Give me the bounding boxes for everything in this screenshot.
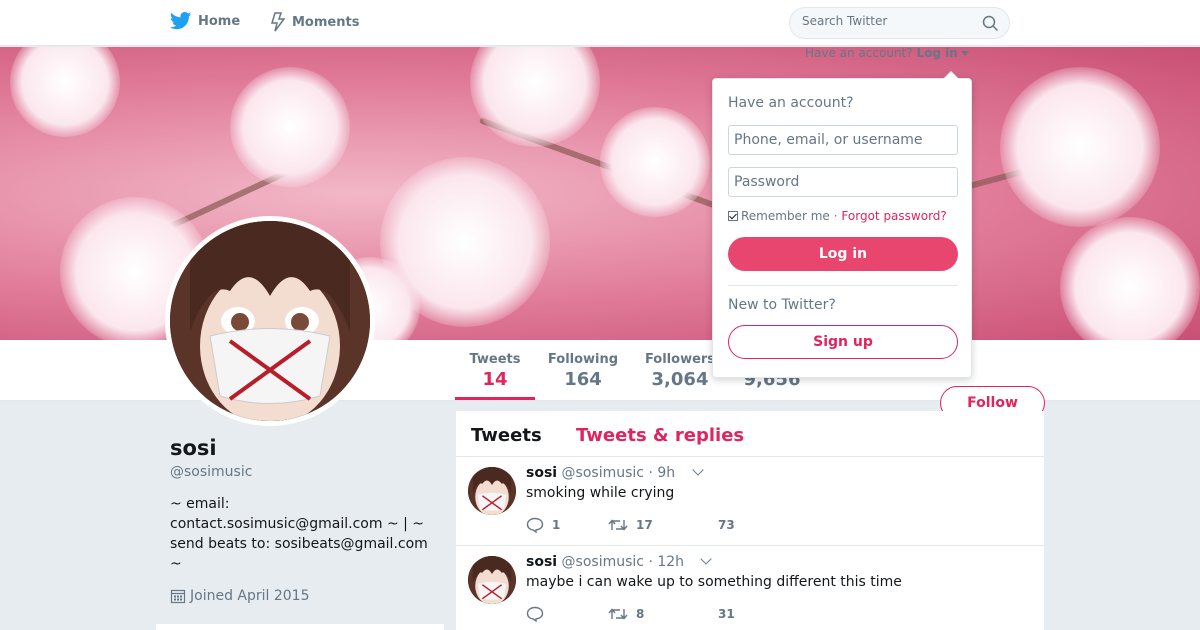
tweet-author-name[interactable]: sosi (526, 554, 557, 570)
search-input[interactable] (802, 14, 972, 28)
like-button[interactable]: 73 (718, 517, 798, 533)
forgot-password-link[interactable]: Forgot password? (841, 209, 946, 223)
tweet-header: sosi @sosimusic · 9h (526, 464, 704, 481)
tab-tweets[interactable]: Tweets (471, 425, 542, 446)
retweet-count: 8 (636, 607, 645, 621)
remember-me-checkbox[interactable] (728, 211, 738, 221)
tweet-timestamp[interactable]: · 12h (648, 554, 684, 570)
remember-me-row: Remember me · Forgot password? (728, 209, 947, 223)
tweet-avatar[interactable] (468, 467, 516, 515)
top-navigation: Home Moments (0, 0, 1200, 46)
stat-followers-label: Followers (644, 352, 716, 367)
retweet-icon (608, 519, 628, 531)
lightning-bolt-icon (270, 12, 286, 32)
tweet-actions: 8 31 (526, 606, 798, 622)
remember-me-label[interactable]: Remember me (741, 209, 830, 223)
twitter-bird-icon (170, 12, 192, 30)
tweet[interactable]: sosi @sosimusic · 12h maybe i can wake u… (456, 546, 1044, 630)
stat-following[interactable]: Following 164 (545, 352, 621, 390)
profile-handle[interactable]: @sosimusic (170, 464, 252, 480)
tweet-menu-chevron-icon[interactable] (691, 464, 704, 476)
retweet-button[interactable]: 17 (608, 517, 718, 533)
profile-joined: Joined April 2015 (170, 588, 310, 604)
timeline-tabs: Tweets Tweets & replies (456, 411, 1044, 457)
tab-tweets-and-replies[interactable]: Tweets & replies (576, 425, 744, 446)
calendar-icon (170, 589, 186, 604)
tweet-timestamp[interactable]: · 9h (648, 465, 675, 481)
stat-following-value: 164 (564, 369, 602, 390)
reply-button[interactable]: 1 (526, 517, 608, 533)
login-toggle-label: Log in (916, 46, 958, 60)
caret-down-icon (960, 51, 969, 56)
reply-icon (526, 606, 544, 622)
password-field[interactable] (728, 167, 958, 197)
reply-icon (526, 517, 544, 533)
profile-avatar[interactable] (165, 216, 375, 426)
tweet-author-handle[interactable]: @sosimusic (562, 554, 644, 570)
reply-button[interactable] (526, 606, 608, 622)
remember-separator: · (833, 209, 838, 223)
stat-tweets-label: Tweets (469, 352, 521, 367)
profile-joined-text: Joined April 2015 (190, 588, 310, 604)
retweet-button[interactable]: 8 (608, 606, 718, 622)
reply-count: 1 (552, 518, 561, 532)
tweet-actions: 1 17 73 (526, 517, 798, 533)
nav-moments[interactable]: Moments (270, 12, 359, 32)
login-dropdown: Have an account? Remember me · Forgot pa… (712, 71, 972, 378)
like-count: 73 (718, 518, 735, 532)
search-icon[interactable] (982, 15, 999, 32)
timeline: Tweets Tweets & replies sosi @sosimusic … (456, 411, 1044, 630)
signup-button[interactable]: Sign up (728, 325, 958, 359)
login-dropdown-toggle[interactable]: Log in (916, 46, 969, 60)
retweet-count: 17 (636, 518, 653, 532)
username-field[interactable] (728, 125, 958, 155)
stat-following-label: Following (547, 352, 619, 367)
nav-moments-label: Moments (292, 14, 360, 30)
tweet-author-handle[interactable]: @sosimusic (562, 465, 644, 481)
stat-followers-value: 3,064 (651, 369, 709, 390)
have-account-prompt: Have an account? Log in (805, 46, 969, 60)
profile-bio: ~ email: contact.sosimusic@gmail.com ~ |… (170, 496, 428, 572)
tweet-author-name[interactable]: sosi (526, 465, 557, 481)
avatar-image (170, 221, 370, 421)
like-button[interactable]: 31 (718, 606, 798, 622)
tweet-header: sosi @sosimusic · 12h (526, 553, 713, 570)
stat-followers[interactable]: Followers 3,064 (643, 352, 717, 390)
search-box (789, 7, 1010, 39)
like-count: 31 (718, 607, 735, 621)
have-account-text: Have an account? (805, 46, 913, 60)
login-button[interactable]: Log in (728, 237, 958, 271)
nav-home[interactable]: Home (170, 12, 240, 30)
nav-home-label: Home (198, 13, 241, 29)
tweet-avatar[interactable] (468, 556, 516, 604)
tweet-text: smoking while crying (526, 485, 675, 501)
profile-name: sosi (170, 436, 217, 460)
dropdown-divider (728, 285, 958, 286)
retweet-icon (608, 608, 628, 620)
stat-tweets[interactable]: Tweets 14 (455, 352, 535, 400)
new-to-twitter-text: New to Twitter? (728, 297, 836, 313)
tweet-menu-chevron-icon[interactable] (700, 553, 713, 565)
tweet-text: maybe i can wake up to something differe… (526, 574, 902, 590)
tweet[interactable]: sosi @sosimusic · 9h smoking while cryin… (456, 457, 1044, 546)
sidebar-card (156, 624, 444, 630)
stat-tweets-value: 14 (482, 369, 508, 390)
login-dropdown-heading: Have an account? (728, 95, 854, 111)
